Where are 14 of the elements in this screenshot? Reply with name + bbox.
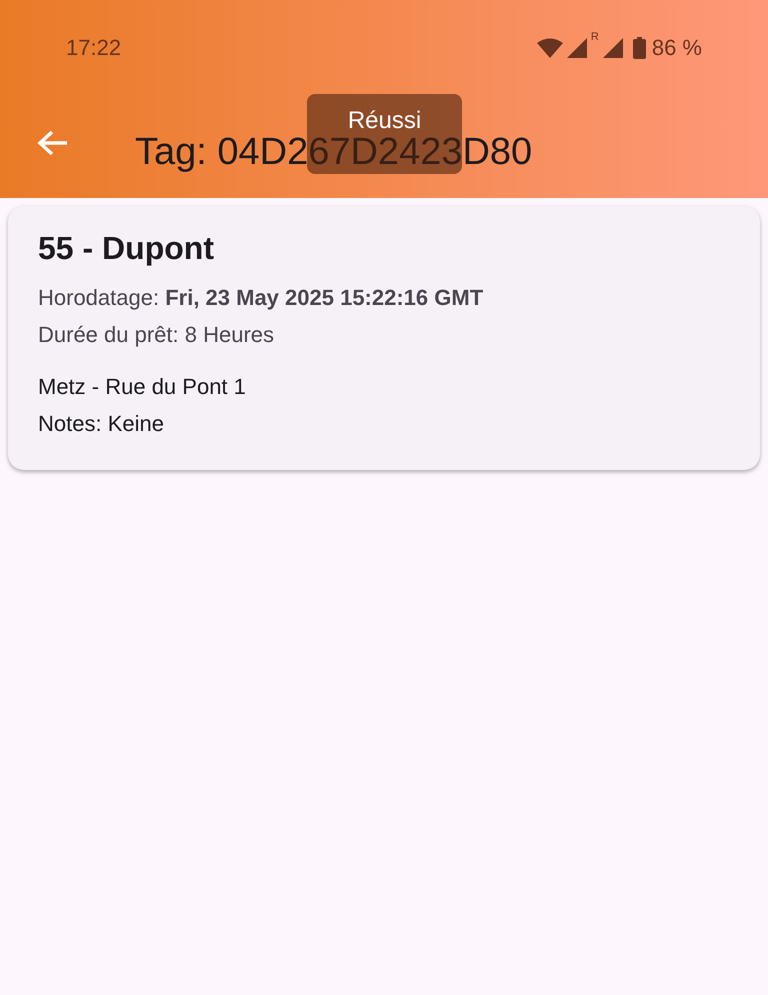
back-arrow-icon[interactable] [37, 128, 69, 156]
app-title: Tag: 04D267D2423D80 [135, 132, 532, 170]
loan-duration-text: Durée du prêt: 8 Heures [38, 321, 276, 349]
battery-percent: 86 % [652, 34, 702, 60]
notes-text: Notes: Keine [38, 410, 165, 438]
status-time: 17:22 [66, 34, 122, 60]
address-text: Metz - Rue du Pont 1 [38, 373, 247, 401]
battery-icon [632, 36, 646, 58]
signal-icon [602, 38, 623, 58]
card-title: 55 - Dupont [38, 230, 215, 267]
timestamp-text: Horodatage: Fri, 23 May 2025 15:22:16 GMT [38, 284, 484, 312]
wifi-icon [536, 38, 563, 58]
roaming-mark: R [590, 30, 599, 42]
signal-icon [566, 38, 587, 58]
